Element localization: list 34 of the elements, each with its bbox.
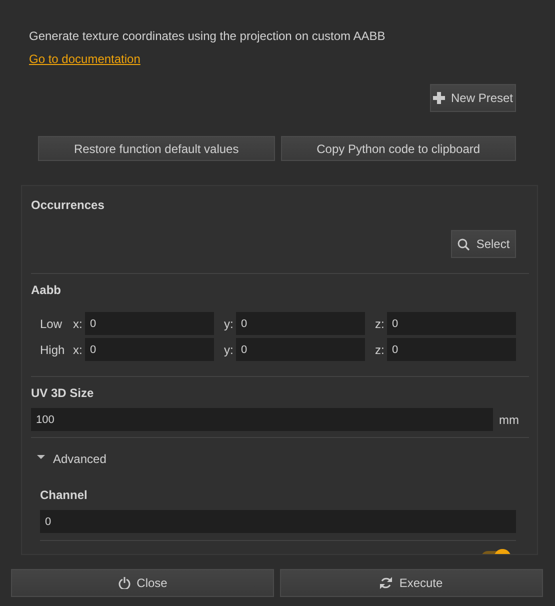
axis-label: y: (224, 342, 234, 358)
action-button[interactable]: Restore function default values (38, 136, 275, 161)
axis-label: z: (375, 316, 386, 332)
footer-button[interactable]: Close (11, 569, 274, 597)
unit-label: mm (499, 412, 519, 428)
row-label: Low (40, 316, 64, 332)
axis-label: y: (224, 316, 234, 332)
input-field[interactable]: 100 (31, 408, 493, 431)
section-title: UV 3D Size (31, 385, 95, 402)
axis-label: z: (375, 342, 386, 358)
action-button[interactable]: Copy Python code to clipboard (280, 136, 516, 161)
input-field[interactable]: 0 (387, 312, 516, 335)
section-title: Occurrences (31, 197, 106, 214)
input-field[interactable]: 0 (40, 510, 516, 533)
new-preset-button[interactable]: New Preset (430, 84, 516, 112)
select-button[interactable]: Select (451, 230, 516, 258)
input-field[interactable]: 0 (236, 312, 365, 335)
axis-label: x: (73, 342, 84, 358)
input-field[interactable]: 0 (236, 338, 365, 361)
axis-label: x: (73, 316, 84, 332)
plus-icon (432, 92, 445, 104)
description-text: Generate texture coordinates using the projection on custom AABB (28, 28, 386, 44)
row-label: High (40, 342, 66, 358)
input-field[interactable]: 0 (85, 338, 214, 361)
search-icon (457, 238, 470, 250)
input-field[interactable]: 0 (387, 338, 516, 361)
power-icon (118, 577, 131, 589)
footer-button[interactable]: Execute (280, 569, 543, 597)
advanced-toggle[interactable]: Advanced (53, 450, 106, 468)
refresh-icon (380, 577, 394, 589)
input-field[interactable]: 0 (85, 312, 214, 335)
section-title: Aabb (31, 282, 62, 299)
section-title: Channel (40, 487, 88, 504)
documentation-link[interactable]: Go to documentation (29, 50, 140, 68)
